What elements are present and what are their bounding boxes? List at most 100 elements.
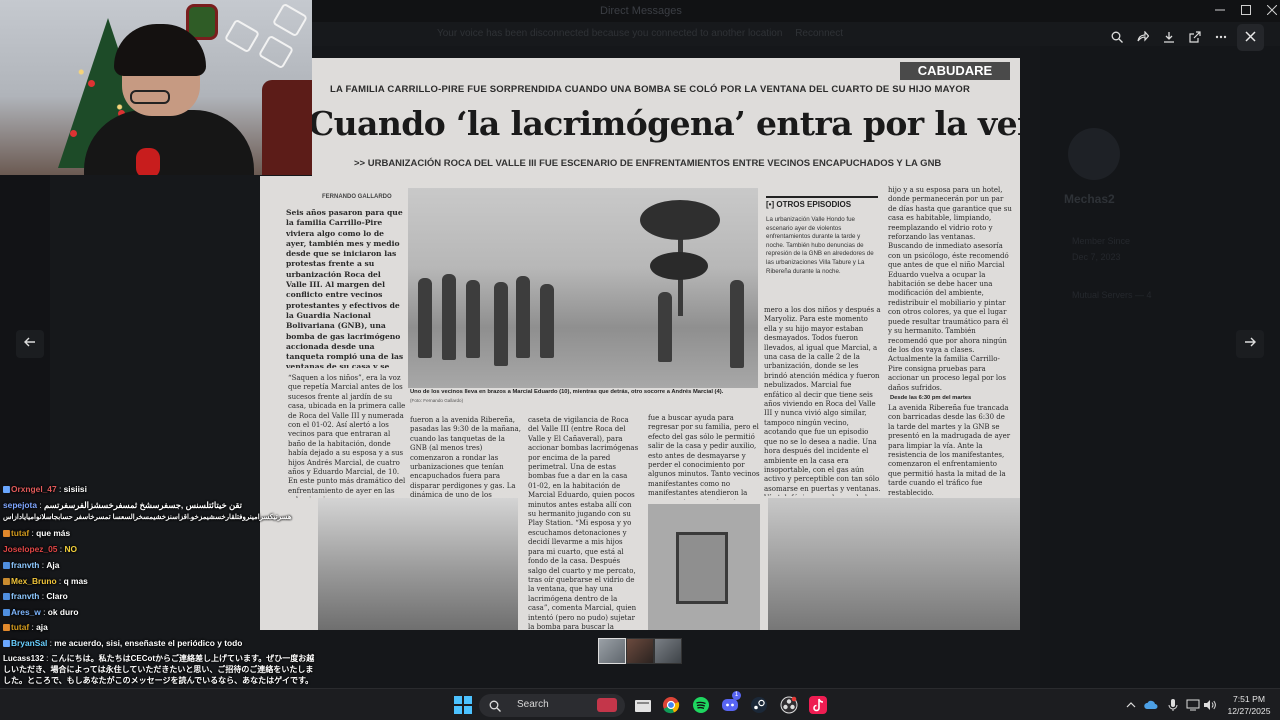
- photo-credit: (Foto: Fernando Gallardo): [410, 398, 464, 403]
- chat-username: Orxngel_47: [11, 484, 57, 494]
- cloud-icon[interactable]: [1144, 698, 1158, 712]
- maximize-button[interactable]: [1238, 2, 1254, 18]
- chat-message: Ares_w : ok duro: [3, 607, 79, 618]
- chat-message: franvth : Aja: [3, 560, 59, 571]
- lead-paragraph: Seis años pasaron para que la familia Ca…: [286, 208, 404, 368]
- chat-message: Joselopez_05 : NO: [3, 544, 78, 554]
- chat-text: ok duro: [47, 607, 79, 617]
- profile-line: Member Since: [1072, 236, 1131, 246]
- share-icon[interactable]: [1131, 26, 1155, 48]
- zoom-in-icon[interactable]: [1105, 26, 1129, 48]
- subhead: >> URBANIZACIÓN ROCA DEL VALLE III FUE E…: [354, 158, 942, 169]
- clock[interactable]: 7:51 PM 12/27/2025: [1222, 693, 1276, 717]
- chat-username: Joselopez_05: [3, 544, 58, 554]
- tiktok-icon[interactable]: [808, 695, 828, 715]
- microphone-icon[interactable]: [1166, 698, 1180, 712]
- article-column: hijo y a su esposa para un hotel, donde …: [888, 186, 1012, 392]
- previous-image-button[interactable]: [16, 330, 44, 358]
- ornament: [88, 80, 95, 87]
- chrome-icon[interactable]: [661, 695, 681, 715]
- network-icon[interactable]: [1186, 698, 1200, 712]
- open-external-icon[interactable]: [1183, 26, 1207, 48]
- steam-icon[interactable]: [749, 695, 769, 715]
- thumbnail[interactable]: [654, 638, 682, 664]
- chat-message: Mex_Bruno : q mas: [3, 576, 88, 587]
- download-icon[interactable]: [1157, 26, 1181, 48]
- badge-icon: [3, 562, 10, 569]
- taskbar-search[interactable]: Search: [479, 694, 625, 717]
- photo-window: [676, 532, 728, 604]
- sidebar-title: [•] OTROS EPISODIOS: [766, 196, 878, 209]
- thumbnail[interactable]: [598, 638, 626, 664]
- bottom-left-photo: [318, 498, 518, 630]
- close-viewer-button[interactable]: [1237, 24, 1264, 51]
- chat-username: tutaf: [11, 528, 30, 538]
- chat-username: sepejota: [3, 500, 37, 510]
- badge-icon: [3, 624, 10, 631]
- search-icon: [489, 699, 501, 717]
- thumbnail-strip: [598, 638, 682, 664]
- article-column: caseta de vigilancia de Roca del Valle I…: [528, 416, 639, 630]
- chat-text: こんにちは。私たちはCECotからご連絡差し上げています。ぜひ一度お越しいただき…: [3, 654, 315, 685]
- arrow-left-icon: [24, 335, 36, 353]
- chat-text: sisiisi: [63, 484, 87, 494]
- chat-message: sepejota : تقن خیتائتلسنس ,جسفرسشخ ثمسفر…: [3, 500, 242, 510]
- reconnect-link[interactable]: Reconnect: [795, 28, 843, 39]
- hexagon-light: [223, 18, 261, 54]
- main-photo: [408, 188, 758, 388]
- thumbnail[interactable]: [626, 638, 654, 664]
- subsection-title: Desde las 6:30 pm del martes: [890, 395, 972, 401]
- clock-time: 7:51 PM: [1232, 694, 1265, 704]
- headline: Cuando ‘la lacrimógena’ entra por la ven…: [308, 104, 1020, 143]
- photo-person: [658, 292, 672, 362]
- photo-person: [540, 284, 554, 358]
- chat-message: tutaf : que más: [3, 528, 70, 539]
- kicker: LA FAMILIA CARRILLO-PIRE FUE SORPRENDIDA…: [330, 84, 970, 95]
- discord-icon[interactable]: 1: [720, 691, 741, 715]
- sidebar-body: La urbanización Valle Hondo fue escenari…: [766, 216, 874, 275]
- voice-notice-text: Your voice has been disconnected because…: [436, 28, 783, 39]
- ornament: [70, 130, 77, 137]
- chat-username: BryanSal: [11, 638, 48, 648]
- chat-text: Claro: [46, 591, 68, 601]
- chat-username: Ares_w: [11, 607, 41, 617]
- chat-message: Lucass132 : こんにちは。私たちはCECotからご連絡差し上げています…: [3, 654, 315, 685]
- volume-icon[interactable]: [1203, 698, 1217, 712]
- profile-line: Mutual Servers — 4: [1072, 290, 1152, 300]
- obs-icon[interactable]: [779, 695, 799, 715]
- chat-overlay: Orxngel_47 : sisiisi sepejota : تقن خیتا…: [0, 478, 320, 720]
- chat-message: هسرتيكسرامينروفتلقارخسشيمزخو.اقزاسنزخشيم…: [3, 512, 292, 523]
- photo-person: [466, 280, 480, 358]
- chevron-up-icon[interactable]: [1124, 698, 1138, 712]
- spotify-icon[interactable]: [691, 695, 711, 715]
- chat-text: q mas: [63, 576, 88, 586]
- chat-message: Orxngel_47 : sisiisi: [3, 484, 87, 495]
- windows-icon: [454, 696, 472, 714]
- search-highlight-icon: [597, 698, 617, 712]
- window-title: Direct Messages: [600, 5, 682, 17]
- window-close-button[interactable]: [1264, 2, 1280, 18]
- window-controls: [1212, 2, 1280, 18]
- badge-icon: [3, 578, 10, 585]
- chat-text: Aja: [46, 560, 60, 570]
- photo-tree: [650, 252, 708, 280]
- profile-name: Mechas2: [1064, 192, 1115, 206]
- chat-text: هسرتيكسرامينروفتلقارخسشيمزخو.اقزاسنزخشيم…: [3, 514, 292, 521]
- explorer-icon[interactable]: [633, 695, 653, 715]
- badge-icon: [3, 486, 10, 493]
- photo-person: [516, 276, 530, 358]
- chat-username: Lucass132: [3, 654, 44, 663]
- chat-text: تقن خیتائتلسنس ,جسفرسشخ ثمسفرخسشزالفرسفر…: [43, 500, 242, 510]
- gaming-chair: [262, 80, 312, 175]
- close-icon: [1245, 29, 1256, 47]
- viewer-toolbar: [1105, 26, 1233, 48]
- chat-message: franvth : Claro: [3, 591, 68, 602]
- photo-person: [418, 278, 432, 358]
- chat-username: tutaf: [11, 622, 30, 632]
- minimize-button[interactable]: [1212, 2, 1228, 18]
- photo-tree: [640, 200, 720, 240]
- windows-start-button[interactable]: [453, 695, 473, 715]
- more-icon[interactable]: [1209, 26, 1233, 48]
- next-image-button[interactable]: [1236, 330, 1264, 358]
- badge-icon: [3, 640, 10, 647]
